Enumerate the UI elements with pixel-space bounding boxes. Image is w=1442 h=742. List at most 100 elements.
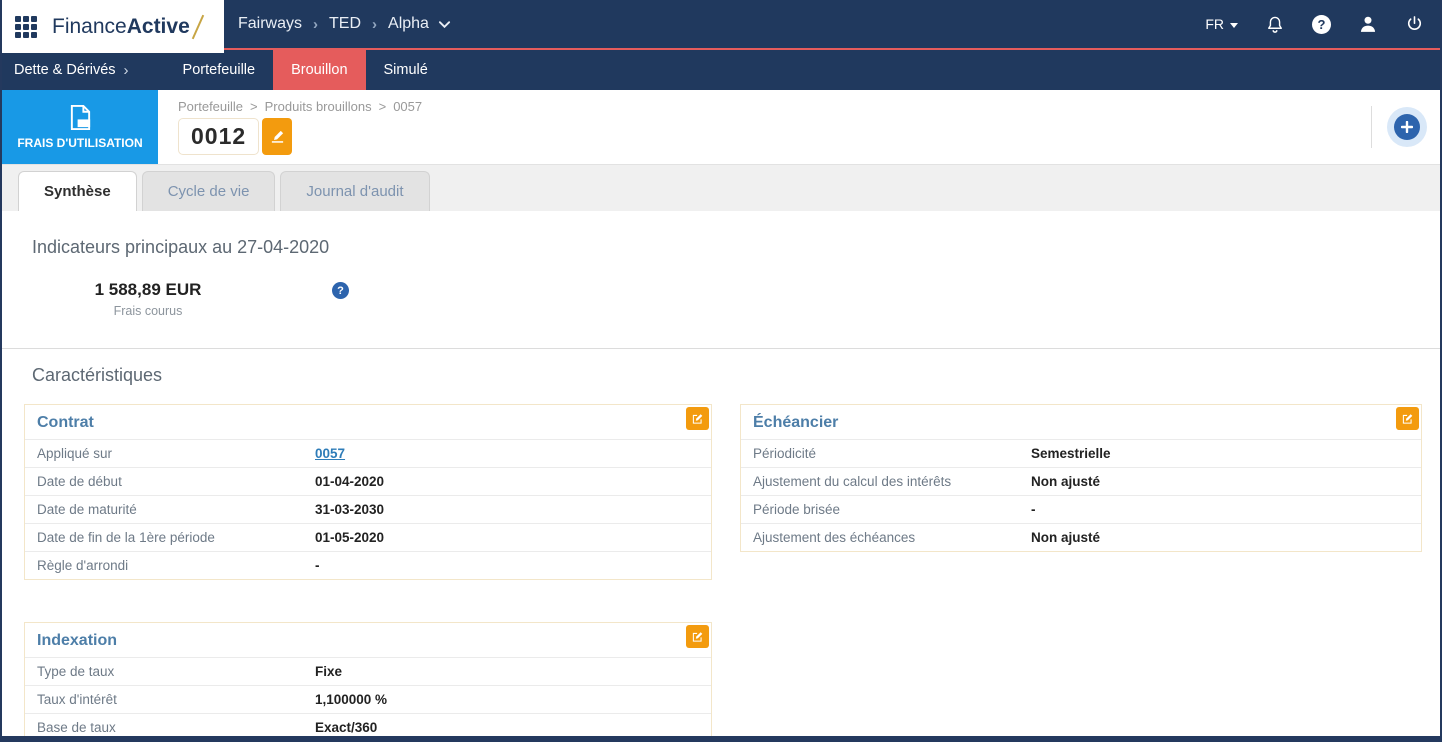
row-label: Période brisée [753, 502, 841, 517]
breadcrumb-item-produits-brouillons[interactable]: Produits brouillons [265, 99, 372, 114]
breadcrumb-separator: > [378, 99, 387, 114]
nav-item-brouillon[interactable]: Brouillon [273, 50, 366, 90]
row-value: Semestrielle [1031, 446, 1111, 461]
tab-cycle-de-vie[interactable]: Cycle de vie [141, 171, 276, 211]
add-button[interactable] [1387, 107, 1427, 147]
card-title: Échéancier [753, 414, 839, 431]
language-selector[interactable]: FR [1205, 16, 1238, 32]
brand-logo-bold: Active [126, 14, 190, 38]
nav-section-label: Dette & Dérivés [14, 62, 116, 78]
edit-square-icon [692, 413, 703, 424]
row-label: Date de maturité [37, 502, 137, 517]
question-circle-icon: ? [1312, 14, 1331, 34]
breadcrumb-item-0057[interactable]: 0057 [393, 99, 422, 114]
edit-echeancier-button[interactable] [1396, 407, 1419, 430]
indicators-section: Indicateurs principaux au 27-04-2020 1 5… [2, 211, 1440, 348]
chevron-right-icon: › [313, 15, 319, 33]
card-indexation: Indexation Type de taux Fixe Taux d'inté… [24, 622, 712, 736]
row-label: Date de début [37, 474, 122, 489]
edit-indexation-button[interactable] [686, 625, 709, 648]
tab-bar: Synthèse Cycle de vie Journal d'audit [2, 165, 1440, 211]
tab-journal-audit[interactable]: Journal d'audit [280, 171, 430, 211]
row-value: 31-03-2030 [315, 502, 385, 517]
tab-synthese[interactable]: Synthèse [18, 171, 137, 211]
row-label: Ajustement des échéances [753, 530, 916, 545]
nav-item-label: Brouillon [291, 62, 348, 78]
nav-item-portefeuille[interactable]: Portefeuille [165, 50, 274, 90]
row-label: Taux d'intérêt [37, 692, 117, 707]
row-value: - [315, 558, 320, 573]
module-nav: Dette & Dérivés › Portefeuille Brouillon… [2, 50, 1440, 90]
row-label: Règle d'arrondi [37, 558, 129, 573]
breadcrumb-item-fairways[interactable]: Fairways [238, 15, 302, 33]
row-value: Non ajusté [1031, 474, 1101, 489]
card-echeancier: Échéancier Périodicité Semestrielle Ajus… [740, 404, 1422, 552]
row-value: Exact/360 [315, 720, 378, 735]
header-right [1371, 90, 1440, 164]
help-circle-icon[interactable]: ? [332, 282, 349, 299]
topbar-actions: FR ? [1205, 14, 1440, 35]
row-value: 01-05-2020 [315, 530, 385, 545]
breadcrumb-item-alpha[interactable]: Alpha [388, 15, 429, 33]
table-row: Périodicité Semestrielle [741, 439, 1421, 467]
edit-pencil-icon [271, 130, 283, 143]
breadcrumb-item-portefeuille[interactable]: Portefeuille [178, 99, 243, 114]
plus-icon [1394, 114, 1420, 140]
table-row: Règle d'arrondi - [25, 551, 711, 579]
app-window: Finance Active Fairways › TED › Alpha FR … [0, 0, 1442, 742]
breadcrumb-item-ted[interactable]: TED [329, 15, 361, 33]
logo-box: Finance Active [2, 0, 224, 53]
nav-section-dette-derives[interactable]: Dette & Dérivés › [2, 50, 143, 90]
row-value: 1,100000 % [315, 692, 388, 707]
chevron-right-icon: › [372, 15, 378, 33]
product-code-row: 0012 [178, 118, 422, 155]
product-code: 0012 [178, 118, 260, 155]
row-label: Périodicité [753, 446, 817, 461]
row-value: 01-04-2020 [315, 474, 385, 489]
edit-contrat-button[interactable] [686, 407, 709, 430]
indicator-row: 1 588,89 EUR Frais courus ? [32, 280, 1410, 348]
table-row: Base de taux Exact/360 [25, 713, 711, 736]
table-row: Date de fin de la 1ère période 01-05-202… [25, 523, 711, 551]
table-row: Période brisée - [741, 495, 1421, 523]
nav-item-label: Portefeuille [182, 62, 256, 78]
table-row: Appliqué sur 0057 [25, 439, 711, 467]
product-type-label: FRAIS D'UTILISATION [17, 136, 143, 150]
notifications-button[interactable] [1265, 14, 1285, 35]
brand-logo-regular: Finance [52, 14, 127, 38]
table-row: Date de début 01-04-2020 [25, 467, 711, 495]
chevron-right-icon: › [123, 61, 129, 79]
context-breadcrumb: Fairways › TED › Alpha [238, 15, 451, 33]
product-main: Portefeuille > Produits brouillons > 005… [158, 90, 422, 164]
table-row: Ajustement des échéances Non ajusté [741, 523, 1421, 551]
language-label: FR [1205, 16, 1224, 32]
app-grid-icon[interactable] [15, 15, 37, 38]
row-label: Appliqué sur [37, 446, 113, 461]
vertical-divider [1371, 106, 1372, 148]
product-breadcrumb: Portefeuille > Produits brouillons > 005… [178, 99, 422, 114]
logout-button[interactable] [1405, 14, 1424, 34]
chevron-down-icon[interactable] [438, 20, 451, 29]
nav-item-simule[interactable]: Simulé [366, 50, 446, 90]
breadcrumb-separator: > [250, 99, 258, 114]
help-button[interactable]: ? [1312, 14, 1331, 34]
table-row: Ajustement du calcul des intérêts Non aj… [741, 467, 1421, 495]
row-value: Fixe [315, 664, 343, 679]
row-label: Base de taux [37, 720, 116, 735]
edit-product-code-button[interactable] [262, 118, 293, 155]
linked-product-link[interactable]: 0057 [315, 446, 345, 461]
card-title: Contrat [37, 414, 94, 431]
characteristics-section: Caractéristiques Contrat Appliqué sur 00… [2, 349, 1440, 736]
indicator-value: 1 588,89 EUR [94, 280, 202, 299]
bell-icon [1268, 16, 1282, 33]
user-account-button[interactable] [1358, 14, 1378, 34]
nav-item-label: Simulé [383, 62, 428, 78]
product-header: FRAIS D'UTILISATION Portefeuille > Produ… [2, 90, 1440, 165]
brand-logo[interactable]: Finance Active [52, 14, 204, 40]
edit-square-icon [1402, 413, 1413, 424]
cards-grid: Contrat Appliqué sur 0057 Date de début … [24, 404, 1422, 736]
caret-down-icon [1230, 22, 1238, 28]
logo-slash-icon [191, 14, 204, 39]
table-row: Date de maturité 31-03-2030 [25, 495, 711, 523]
row-value: - [1031, 502, 1036, 517]
